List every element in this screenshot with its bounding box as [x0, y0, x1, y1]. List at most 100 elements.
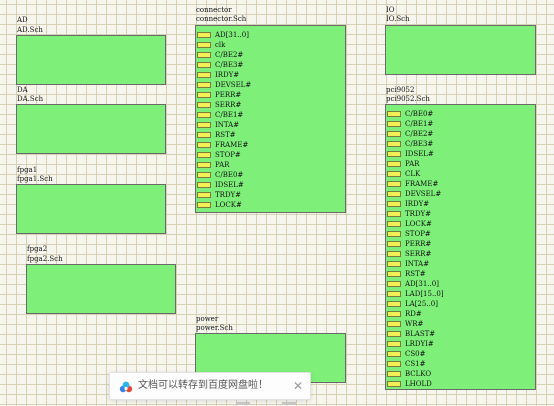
save-to-cloud-toast[interactable]: 文档可以转存到百度网盘啦！ ✕ [109, 372, 311, 400]
sheet-entry-port [387, 161, 401, 167]
sheet-entry-port [387, 301, 401, 307]
sheet-entry-label: PERR# [215, 91, 242, 99]
sheet-name-ad: AD [17, 16, 28, 24]
sheet-file-fpga1: fpga1.Sch [17, 175, 53, 183]
sheet-entry-label: SERR# [405, 250, 432, 258]
sheet-entry-port [197, 162, 211, 168]
sheet-entry-label: CLK [405, 170, 421, 178]
sheet-file-pci9052: pci9052.Sch [386, 95, 430, 103]
sheet-entry-port [197, 142, 211, 148]
sheet-entry-port [387, 141, 401, 147]
sheet-symbol-ad[interactable] [16, 35, 166, 85]
close-icon[interactable]: ✕ [293, 373, 303, 399]
sheet-entry-port [197, 92, 211, 98]
sheet-entry-label: C/BE0# [215, 171, 244, 179]
sheet-entry-port [197, 112, 211, 118]
sheet-entry-label: WR# [405, 320, 424, 328]
sheet-file-fpga2: fpga2.Sch [27, 255, 63, 263]
sheet-symbol-fpga2[interactable] [26, 264, 176, 314]
sheet-entry-label: INTA# [405, 260, 430, 268]
sheet-entry-label: SERR# [215, 101, 242, 109]
sheet-name-fpga1: fpga1 [17, 166, 38, 174]
sheet-entry-port [387, 271, 401, 277]
sheet-entry-port [197, 172, 211, 178]
sheet-entry-label: INTA# [215, 121, 240, 129]
sheet-entry-label: clk [215, 41, 226, 49]
sheet-entry-label: CS0# [405, 350, 426, 358]
sheet-entry-port [387, 381, 401, 387]
sheet-entry-port [197, 132, 211, 138]
sheet-entry-port [197, 62, 211, 68]
sheet-entry-label: PERR# [405, 240, 432, 248]
sheet-entry-label: C/BE3# [215, 61, 244, 69]
sheet-entry-label: LA[25..0] [405, 300, 438, 308]
sheet-entry-port [387, 261, 401, 267]
sheet-entry-label: C/BE1# [215, 111, 244, 119]
scroll-nub-left[interactable] [236, 402, 250, 405]
scroll-nub-right[interactable] [282, 402, 296, 405]
sheet-file-io: IO.Sch [386, 15, 410, 23]
sheet-entry-label: LOCK# [215, 201, 242, 209]
sheet-entry-port [197, 82, 211, 88]
sheet-entry-port [387, 371, 401, 377]
sheet-entry-label: C/BE0# [405, 110, 434, 118]
sheet-entry-port [197, 202, 211, 208]
sheet-name-da: DA [17, 86, 28, 94]
sheet-entry-port [387, 131, 401, 137]
sheet-entry-label: FRAME# [405, 180, 439, 188]
sheet-entry-port [387, 331, 401, 337]
sheet-entry-label: IDSEL# [215, 181, 244, 189]
sheet-symbol-da[interactable] [16, 104, 166, 154]
toast-message: 文档可以转存到百度网盘啦！ [138, 380, 268, 391]
sheet-entry-label: LAD[15..0] [405, 290, 444, 298]
sheet-entry-label: STOP# [215, 151, 241, 159]
sheet-entry-label: C/BE2# [215, 51, 244, 59]
sheet-entry-label: AD[31..0] [405, 280, 439, 288]
sheet-symbol-pci9052[interactable]: C/BE0# C/BE1# C/BE2# C/BE3# IDSEL# PAR CLK FRAM… [385, 104, 536, 390]
sheet-entry-port [197, 32, 211, 38]
sheet-symbol-connector[interactable]: AD[31..0] clk C/BE2# C/BE3# IRDY# DEVSEL# PERR… [195, 25, 346, 213]
sheet-entry-port [387, 121, 401, 127]
sheet-entry-port [197, 152, 211, 158]
sheet-entry-label: IRDY# [405, 200, 430, 208]
sheet-entry-label: AD[31..0] [215, 31, 249, 39]
sheet-entry-label: DEVSEL# [405, 190, 442, 198]
sheet-entry-port [387, 181, 401, 187]
sheet-entry-port [387, 291, 401, 297]
sheet-entry-port [387, 281, 401, 287]
sheet-entry-port [387, 361, 401, 367]
sheet-entry-label: STOP# [405, 230, 431, 238]
sheet-entry-port [387, 221, 401, 227]
sheet-entry-port [387, 151, 401, 157]
sheet-entry-label: CS1# [405, 360, 426, 368]
sheet-entry-port [387, 311, 401, 317]
sheet-file-ad: AD.Sch [17, 26, 43, 34]
sheet-entry-label: TRDY# [215, 191, 242, 199]
sheet-entry-port [197, 52, 211, 58]
sheet-file-da: DA.Sch [17, 95, 44, 103]
sheet-entry-port [387, 201, 401, 207]
sheet-symbol-io[interactable] [385, 25, 536, 75]
sheet-entry-label: BLAST# [405, 330, 436, 338]
sheet-entry-label: LRDYI# [405, 340, 434, 348]
sheet-entry-port [197, 192, 211, 198]
sheet-file-power: power.Sch [196, 324, 233, 332]
sheet-symbol-fpga1[interactable] [16, 184, 166, 234]
sheet-entry-label: TRDY# [405, 210, 432, 218]
sheet-entry-label: LOCK# [405, 220, 432, 228]
sheet-entry-port [197, 72, 211, 78]
sheet-entry-port [387, 231, 401, 237]
sheet-entry-label: BCLKO [405, 370, 432, 378]
sheet-entry-port [387, 251, 401, 257]
sheet-entry-port [387, 171, 401, 177]
sheet-entry-port [387, 241, 401, 247]
sheet-name-pci9052: pci9052 [386, 86, 415, 94]
sheet-entry-port [387, 191, 401, 197]
sheet-entry-port [387, 211, 401, 217]
sheet-name-connector: connector [196, 6, 232, 14]
sheet-entry-port [387, 321, 401, 327]
sheet-entry-port [197, 102, 211, 108]
sheet-entry-port [387, 351, 401, 357]
sheet-entry-port [197, 182, 211, 188]
sheet-entry-label: IRDY# [215, 71, 240, 79]
